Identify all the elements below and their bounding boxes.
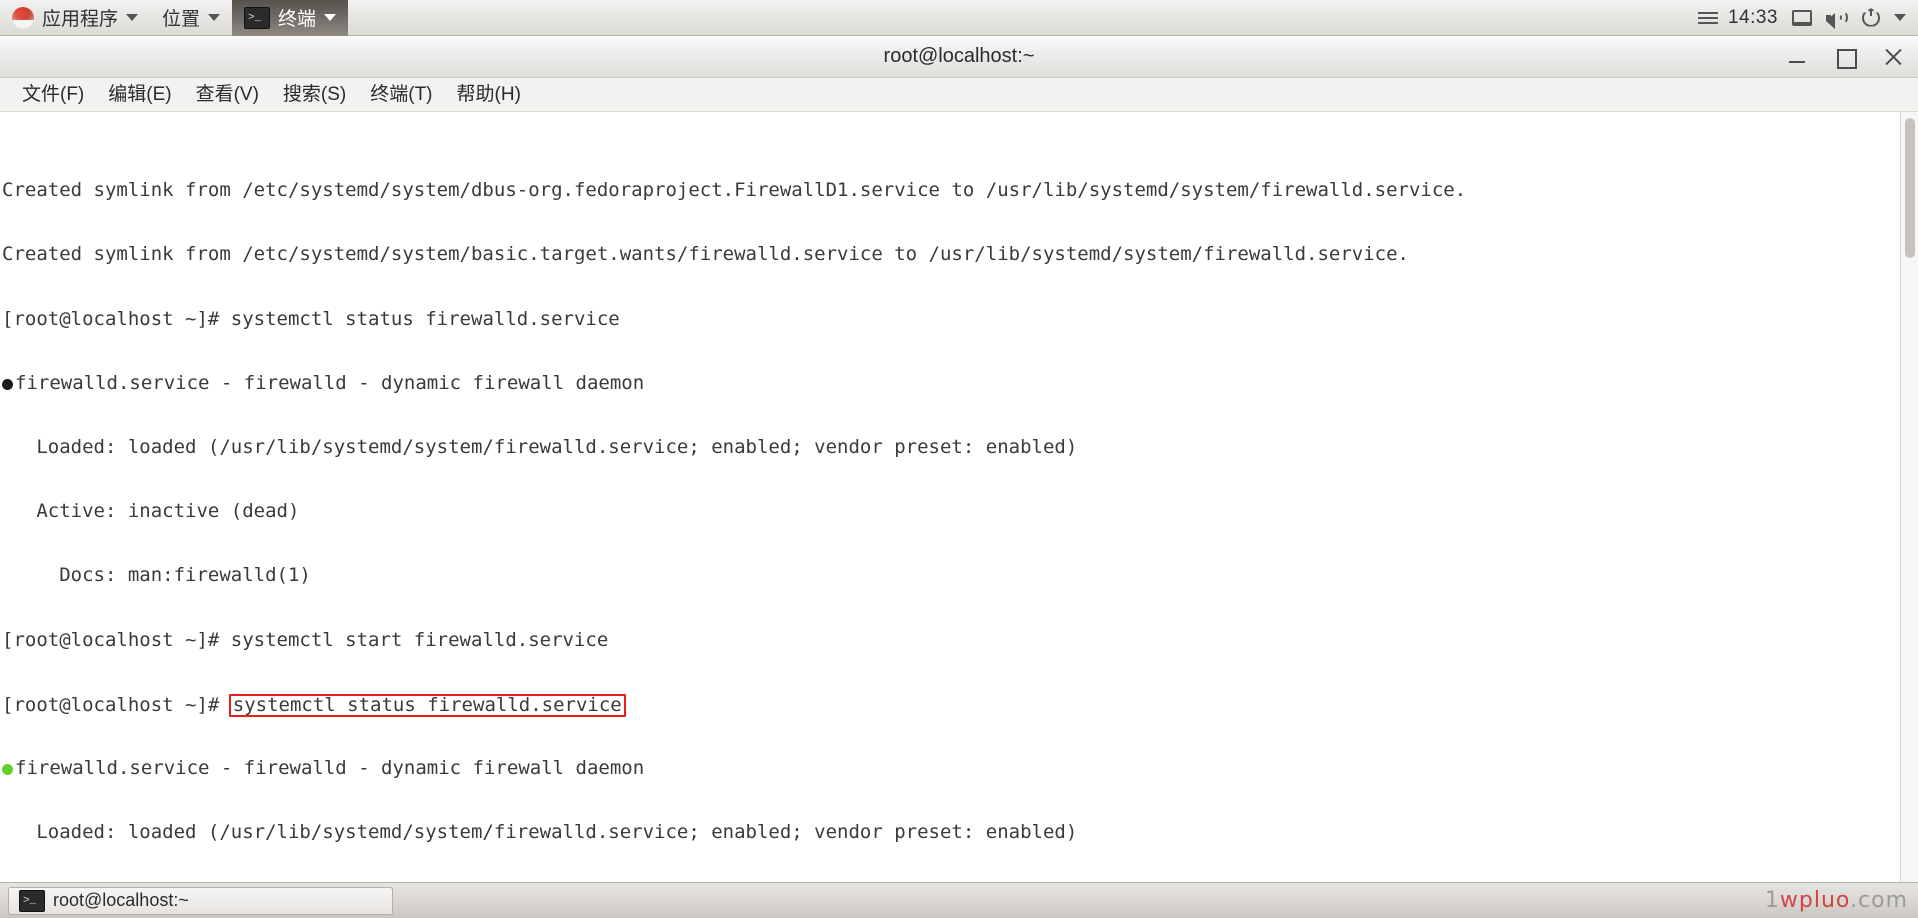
- hamburger-icon[interactable]: [1697, 11, 1718, 24]
- menu-search[interactable]: 搜索(S): [271, 78, 358, 112]
- terminal-command-line: [root@localhost ~]# systemctl status fir…: [2, 307, 1900, 330]
- terminal-line: Created symlink from /etc/systemd/system…: [2, 180, 1900, 201]
- line-text: Docs: man:firewalld(1): [2, 564, 311, 587]
- network-icon[interactable]: [1792, 9, 1812, 26]
- menubar: 文件(F) 编辑(E) 查看(V) 搜索(S) 终端(T) 帮助(H): [0, 78, 1918, 112]
- desktop-taskbar: >_ root@localhost:~ 1wpluo.com: [0, 882, 1918, 918]
- close-button[interactable]: [1882, 46, 1904, 68]
- terminal-line: Docs: man:firewalld(1): [2, 565, 1900, 586]
- watermark-area: 1wpluo.com: [1765, 888, 1918, 913]
- line-text: firewalld.service - firewalld - dynamic …: [15, 371, 645, 394]
- window-titlebar[interactable]: root@localhost:~: [0, 36, 1918, 78]
- watermark-mid: wpluo: [1779, 888, 1851, 913]
- command-text: systemctl status firewalld.service: [230, 307, 620, 330]
- terminal-window-menu-label: 终端: [278, 9, 317, 30]
- menu-file[interactable]: 文件(F): [10, 78, 96, 112]
- applications-menu[interactable]: 应用程序: [0, 0, 150, 36]
- terminal-window-menu[interactable]: >_ 终端: [232, 0, 349, 36]
- watermark-post: .com: [1850, 888, 1908, 913]
- taskbar-item-label: root@localhost:~: [53, 890, 189, 910]
- terminal-icon: >_: [244, 6, 271, 29]
- terminal-viewport[interactable]: Created symlink from /etc/systemd/system…: [0, 112, 1918, 882]
- terminal-command-line: [root@localhost ~]# systemctl status fir…: [2, 693, 1900, 717]
- scrollbar-thumb[interactable]: [1905, 118, 1915, 258]
- shell-prompt: [root@localhost ~]#: [2, 628, 231, 651]
- panel-left-group: 应用程序 位置 >_ 终端: [0, 0, 349, 36]
- fedora-logo-icon: [12, 6, 34, 29]
- window-controls: [1786, 36, 1904, 78]
- desktop-top-panel: 应用程序 位置 >_ 终端 14:33: [0, 0, 1918, 36]
- terminal-line: Loaded: loaded (/usr/lib/systemd/system/…: [2, 436, 1900, 459]
- shell-prompt: [root@localhost ~]#: [2, 693, 231, 716]
- menu-view[interactable]: 查看(V): [184, 78, 271, 112]
- line-text: Created symlink from /etc/systemd/system…: [2, 243, 1409, 266]
- status-dot-active-icon: [2, 764, 13, 776]
- terminal-line: Loaded: loaded (/usr/lib/systemd/system/…: [2, 822, 1900, 843]
- terminal-command-line: [root@localhost ~]# systemctl start fire…: [2, 628, 1900, 651]
- watermark-pre: 1: [1764, 888, 1780, 913]
- terminal-line: Active: inactive (dead): [2, 501, 1900, 522]
- line-text: Loaded: loaded (/usr/lib/systemd/system/…: [2, 436, 1078, 459]
- places-menu[interactable]: 位置: [150, 0, 232, 36]
- terminal-scrollbar[interactable]: [1900, 112, 1918, 882]
- highlight-box-red: systemctl status firewalld.service: [228, 693, 626, 717]
- menu-edit[interactable]: 编辑(E): [96, 78, 183, 112]
- terminal-icon: >_: [19, 889, 45, 912]
- line-text: Active: inactive (dead): [2, 500, 300, 523]
- terminal-line: firewalld.service - firewalld - dynamic …: [2, 757, 1900, 780]
- chevron-down-icon: [324, 14, 337, 21]
- terminal-output[interactable]: Created symlink from /etc/systemd/system…: [0, 112, 1900, 882]
- watermark: 1wpluo.com: [1765, 888, 1908, 913]
- volume-icon[interactable]: [1826, 9, 1848, 29]
- menu-terminal[interactable]: 终端(T): [358, 78, 444, 112]
- taskbar-item-terminal[interactable]: >_ root@localhost:~: [8, 886, 393, 915]
- line-text: Loaded: loaded (/usr/lib/systemd/system/…: [2, 821, 1078, 844]
- chevron-down-icon: [208, 14, 221, 21]
- maximize-button[interactable]: [1834, 46, 1857, 69]
- chevron-down-icon: [126, 14, 139, 21]
- window-title: root@localhost:~: [883, 45, 1035, 67]
- minimize-button[interactable]: [1786, 46, 1808, 68]
- panel-clock[interactable]: 14:33: [1728, 7, 1778, 29]
- places-menu-label: 位置: [162, 9, 201, 30]
- menu-help[interactable]: 帮助(H): [445, 78, 533, 112]
- command-text: systemctl start firewalld.service: [230, 628, 609, 651]
- terminal-line: firewalld.service - firewalld - dynamic …: [2, 371, 1900, 394]
- applications-menu-label: 应用程序: [42, 9, 119, 30]
- terminal-line: Created symlink from /etc/systemd/system…: [2, 244, 1900, 265]
- line-text: firewalld.service - firewalld - dynamic …: [15, 757, 645, 780]
- line-text: Created symlink from /etc/systemd/system…: [2, 179, 1467, 202]
- terminal-window: root@localhost:~ 文件(F) 编辑(E) 查看(V) 搜索(S)…: [0, 36, 1918, 882]
- status-dot-inactive-icon: [2, 378, 13, 390]
- system-menu-chevron-down-icon[interactable]: [1894, 14, 1906, 21]
- shell-prompt: [root@localhost ~]#: [2, 307, 231, 330]
- panel-right-group: 14:33: [1697, 0, 1918, 36]
- power-icon[interactable]: [1862, 8, 1880, 27]
